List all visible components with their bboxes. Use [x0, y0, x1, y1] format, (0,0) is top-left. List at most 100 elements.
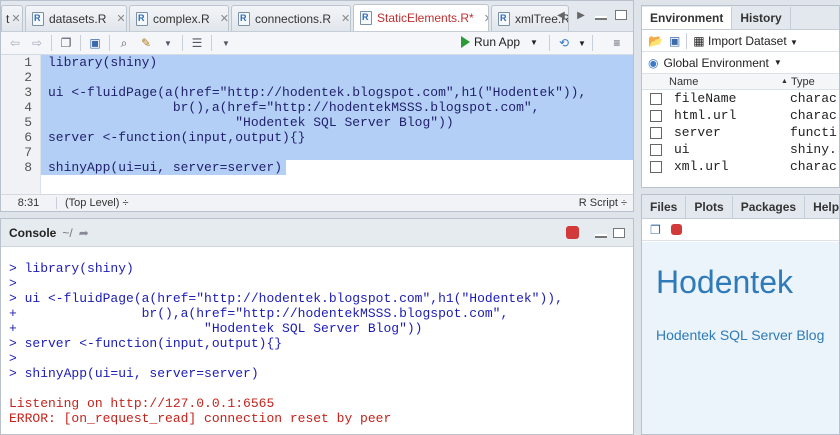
forward-arrow-icon[interactable]: ⇨: [29, 35, 45, 51]
environment-row[interactable]: ui shiny.: [642, 141, 839, 158]
chevron-down-icon[interactable]: ▼: [160, 35, 176, 51]
console-output[interactable]: > library(shiny) > > ui <-fluidPage(a(hr…: [1, 247, 633, 426]
editor-tab-datasets[interactable]: datasets.R ✕: [25, 5, 127, 31]
cursor-position: 8:31: [1, 197, 57, 209]
viewer-heading[interactable]: Hodentek: [656, 264, 839, 301]
tab-plots[interactable]: Plots: [686, 196, 733, 218]
minimize-icon[interactable]: [593, 8, 609, 22]
tab-scroll-right-icon[interactable]: ▶: [573, 8, 589, 22]
editor-tab-connections[interactable]: connections.R ✕: [231, 5, 351, 31]
compile-report-icon[interactable]: ☰: [189, 35, 205, 51]
editor-tab-bar: t ✕ datasets.R ✕ complex.R ✕ connections…: [1, 1, 633, 32]
maximize-icon[interactable]: [613, 8, 629, 22]
show-in-window-icon[interactable]: ❐: [650, 223, 661, 237]
environment-pane: Environment History 📂 ▣ ▦ Import Dataset…: [641, 5, 840, 188]
environment-scope-selector[interactable]: ◉ Global Environment ▼: [642, 52, 839, 74]
code-text: server <-function(input,output){}: [48, 130, 306, 145]
minimize-icon[interactable]: [593, 226, 609, 240]
close-icon[interactable]: ✕: [220, 12, 228, 25]
show-in-window-icon[interactable]: ❐: [58, 35, 74, 51]
search-icon[interactable]: ⌕: [116, 35, 132, 51]
document-outline-icon[interactable]: ≡: [609, 35, 625, 51]
editor-tab-staticelements[interactable]: StaticElements.R* ✕: [353, 4, 489, 31]
file-type-selector[interactable]: R Script ÷: [579, 197, 627, 209]
run-app-button[interactable]: Run App ▼: [461, 35, 538, 49]
line-number: 8: [24, 160, 32, 175]
line-number: 2: [24, 70, 32, 85]
open-folder-icon[interactable]: 📂: [648, 34, 663, 48]
tab-environment[interactable]: Environment: [642, 7, 733, 29]
console-line: + "Hodentek SQL Server Blog")): [9, 321, 423, 336]
toolbar-divider: [80, 35, 81, 51]
console-line: >: [9, 276, 17, 291]
chevron-down-icon[interactable]: ▼: [218, 35, 234, 51]
console-pane: Console ~/ ➦ > library(shiny) > > ui <-f…: [0, 218, 634, 435]
scope-selector[interactable]: (Top Level) ÷: [57, 197, 129, 209]
tab-files[interactable]: Files: [642, 196, 687, 218]
row-checkbox[interactable]: [650, 109, 662, 122]
save-icon[interactable]: ▣: [669, 34, 680, 48]
tab-scroll-left-icon[interactable]: ◀: [553, 8, 569, 22]
editor-tab-partial[interactable]: t ✕: [1, 5, 23, 31]
r-file-icon: [498, 11, 510, 26]
chevron-down-icon[interactable]: ▼: [530, 38, 538, 47]
tab-packages[interactable]: Packages: [733, 196, 806, 218]
back-arrow-icon[interactable]: ⇦: [7, 35, 23, 51]
chevron-down-icon[interactable]: ▼: [578, 39, 586, 48]
code-text: ui <-fluidPage(a(href="http://hodentek.b…: [48, 85, 587, 100]
close-icon[interactable]: ✕: [484, 12, 488, 25]
toolbar-divider: [549, 35, 550, 51]
toolbar-divider: [591, 35, 593, 51]
play-icon: [461, 36, 470, 48]
code-area[interactable]: 1 2 3 4 5 6 7 8 library(shiny) ui <-flui…: [1, 55, 633, 196]
go-to-directory-icon[interactable]: ➦: [79, 226, 89, 240]
stop-icon[interactable]: [566, 226, 579, 239]
console-error-line: ERROR: [on_request_read] connection rese…: [9, 411, 392, 426]
row-checkbox[interactable]: [650, 160, 662, 173]
console-line: > server <-function(input,output){}: [9, 336, 283, 351]
viewer-link[interactable]: Hodentek SQL Server Blog: [656, 327, 839, 343]
code-line: "Hodentek SQL Server Blog")): [41, 115, 633, 130]
environment-row[interactable]: fileName charac: [642, 90, 839, 107]
column-name[interactable]: Name: [669, 76, 781, 88]
magic-wand-icon[interactable]: ✎: [138, 35, 154, 51]
tab-history[interactable]: History: [732, 7, 791, 29]
tab-label: connections.R: [255, 11, 332, 26]
row-checkbox[interactable]: [650, 92, 662, 105]
environment-table-header: Name ▲ Type: [642, 74, 839, 90]
environment-row[interactable]: html.url charac: [642, 107, 839, 124]
editor-toolbar: ⇦ ⇨ ❐ ▣ ⌕ ✎ ▼ ☰ ▼ Run App ▼ ⟲ ▼ ≡: [1, 32, 633, 55]
environment-row[interactable]: xml.url charac: [642, 158, 839, 175]
globe-icon: ◉: [648, 55, 659, 70]
variable-type: charac: [790, 159, 837, 174]
save-icon[interactable]: ▣: [87, 35, 103, 51]
tab-label: StaticElements.R*: [377, 11, 474, 25]
sort-icon: ▲: [781, 78, 788, 85]
environment-row[interactable]: server functi: [642, 124, 839, 141]
tab-help[interactable]: Help: [805, 196, 839, 218]
row-checkbox[interactable]: [650, 143, 662, 156]
column-type[interactable]: Type: [791, 76, 815, 88]
close-icon[interactable]: ✕: [116, 12, 125, 25]
close-icon[interactable]: ✕: [11, 12, 20, 25]
console-line: >: [9, 351, 17, 366]
viewer-tab-bar: Files Plots Packages Help: [642, 195, 839, 219]
console-title[interactable]: Console: [9, 226, 56, 240]
stop-icon[interactable]: [670, 224, 682, 235]
editor-status-bar: 8:31 (Top Level) ÷ R Script ÷: [1, 194, 633, 211]
run-app-label: Run App: [474, 35, 521, 49]
line-number: 7: [24, 145, 32, 160]
r-file-icon: [360, 11, 372, 25]
publish-icon[interactable]: ⟲: [556, 35, 572, 51]
import-dataset-button[interactable]: ▦ Import Dataset ▼: [693, 34, 798, 48]
code-lines[interactable]: library(shiny) ui <-fluidPage(a(href="ht…: [41, 55, 633, 175]
variable-name: html.url: [674, 108, 737, 123]
variable-name: server: [674, 125, 721, 140]
code-line: br(),a(href="http://hodentekMSSS.blogspo…: [41, 100, 633, 115]
row-checkbox[interactable]: [650, 126, 662, 139]
close-icon[interactable]: ✕: [341, 12, 350, 25]
editor-tab-complex[interactable]: complex.R ✕: [129, 5, 229, 31]
maximize-icon[interactable]: [611, 226, 627, 240]
toolbar-divider: [109, 35, 110, 51]
